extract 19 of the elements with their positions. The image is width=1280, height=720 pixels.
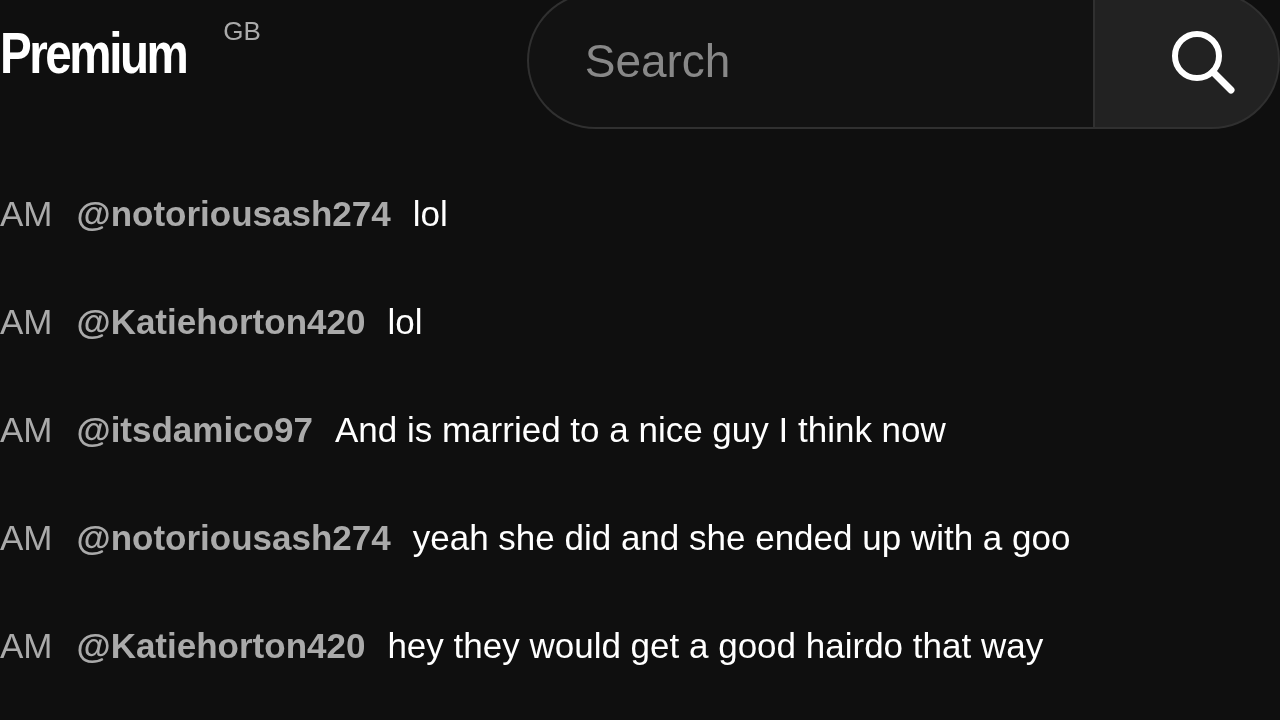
author-name[interactable]: @Katiehorton420 xyxy=(76,296,366,349)
timestamp: AM xyxy=(0,193,53,235)
timestamp: AM xyxy=(0,517,53,559)
logo-text: Premium xyxy=(0,24,187,82)
author-name[interactable]: @Katiehorton420 xyxy=(76,620,366,673)
author-name[interactable]: @notoriousash274 xyxy=(76,188,391,241)
chat-message: lol xyxy=(412,193,448,235)
chat-message: lol xyxy=(387,301,423,343)
chat-message: And is married to a nice guy I think now xyxy=(334,409,946,451)
chat-message: hey they would get a good hairdo that way xyxy=(387,625,1044,667)
chat-message: yeah she did and she ended up with a goo xyxy=(412,517,1071,559)
timestamp: AM xyxy=(0,409,53,451)
region-code: GB xyxy=(223,15,262,48)
author-name[interactable]: @itsdamico97 xyxy=(76,404,313,457)
author-name[interactable]: @notoriousash274 xyxy=(76,512,391,565)
search-button[interactable] xyxy=(1092,0,1280,129)
search-field[interactable]: Search xyxy=(526,0,1093,129)
timestamp: AM xyxy=(0,625,53,667)
timestamp: AM xyxy=(0,301,53,343)
